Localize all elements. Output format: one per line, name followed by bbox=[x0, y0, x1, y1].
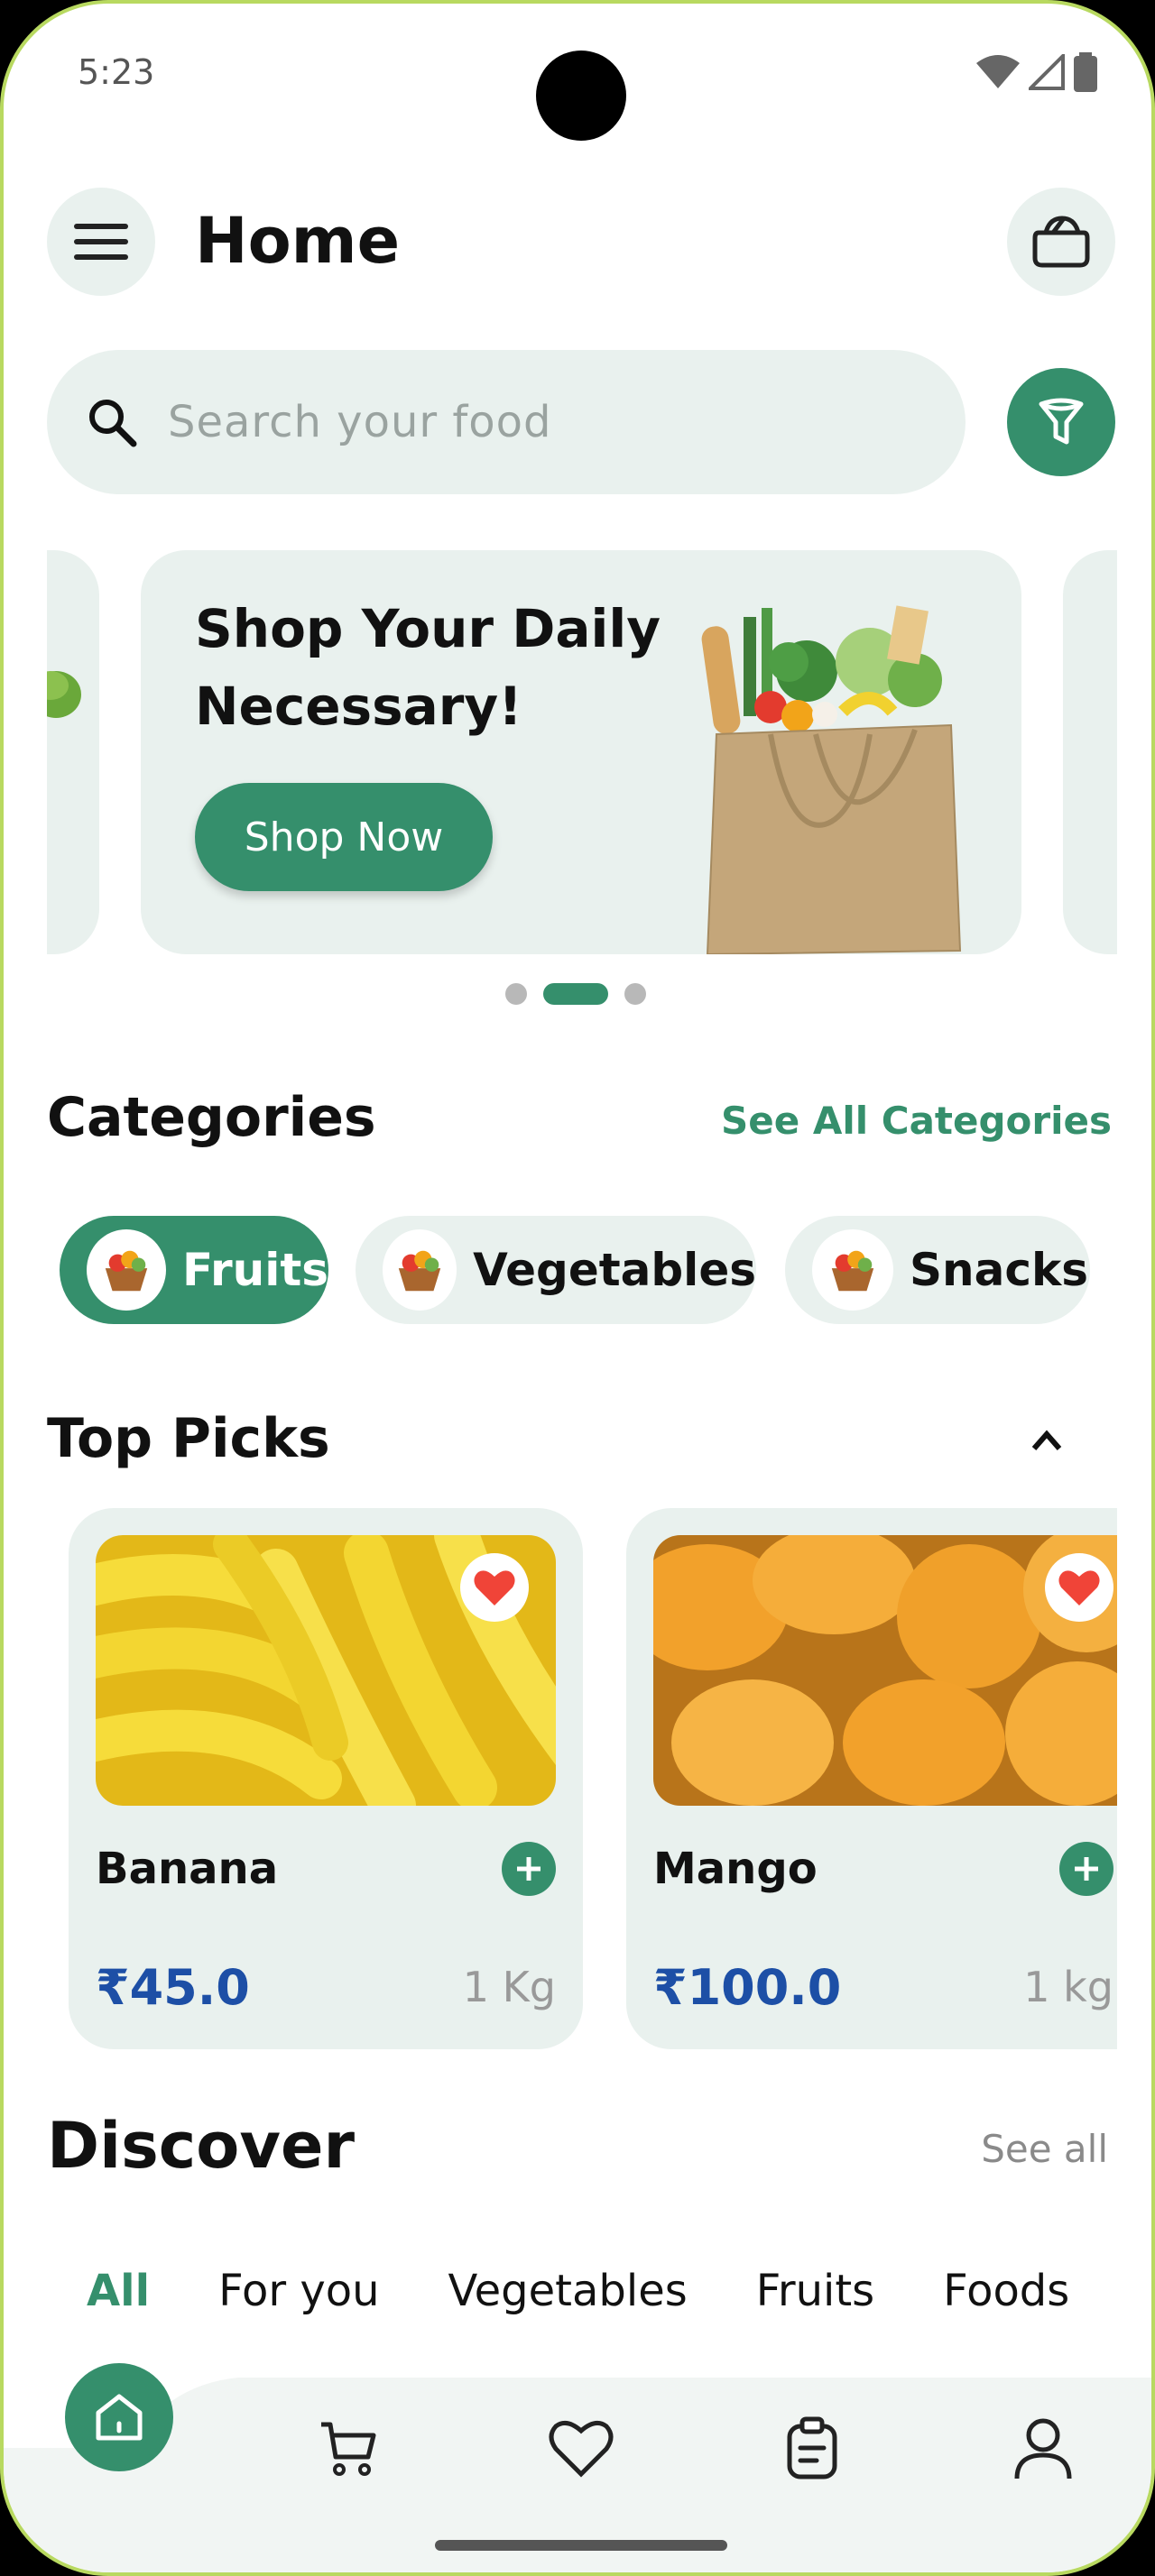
search-input[interactable]: Search your food bbox=[47, 350, 966, 494]
status-icons bbox=[976, 52, 1097, 92]
tab-foods[interactable]: Foods bbox=[943, 2266, 1069, 2316]
carousel-dot[interactable] bbox=[505, 983, 527, 1005]
heart-icon bbox=[1058, 1570, 1100, 1605]
nav-notch bbox=[4, 2358, 346, 2448]
product-price: ₹45.0 bbox=[96, 1959, 250, 2016]
filter-icon bbox=[1039, 398, 1084, 445]
category-label: Snacks bbox=[910, 1244, 1088, 1296]
product-card-banana[interactable]: Banana ₹45.0 1 Kg bbox=[69, 1508, 583, 2049]
filter-button[interactable] bbox=[1007, 368, 1115, 476]
vegetables-image bbox=[31, 671, 81, 718]
nav-favorites-button[interactable] bbox=[545, 2412, 617, 2484]
banana-image bbox=[96, 1535, 556, 1806]
discover-tabs: All For you Vegetables Fruits Foods bbox=[87, 2266, 1069, 2316]
favorite-button[interactable] bbox=[1045, 1553, 1113, 1622]
heart-icon bbox=[474, 1570, 515, 1605]
wifi-icon bbox=[976, 55, 1020, 88]
status-time: 5:23 bbox=[78, 52, 155, 92]
category-label: Fruits bbox=[181, 1244, 328, 1296]
product-card-mango[interactable]: Mango ₹100.0 1 kg bbox=[626, 1508, 1117, 2049]
discover-title: Discover bbox=[47, 2109, 355, 2183]
fruit-basket-icon bbox=[87, 1229, 166, 1311]
shopping-bag-icon bbox=[1032, 216, 1090, 268]
plus-icon bbox=[517, 1857, 541, 1881]
categories-title: Categories bbox=[47, 1086, 376, 1149]
tab-for-you[interactable]: For you bbox=[218, 2266, 379, 2316]
see-all-categories-link[interactable]: See All Categories bbox=[721, 1099, 1112, 1143]
phone-screen: 5:23 Home Search your food Shop Your Dai… bbox=[0, 0, 1155, 2576]
camera-cutout bbox=[536, 51, 626, 141]
fruit-basket-icon bbox=[383, 1229, 457, 1311]
mango-image bbox=[653, 1535, 1117, 1806]
nav-orders-button[interactable] bbox=[776, 2412, 848, 2484]
heart-icon bbox=[549, 2420, 614, 2478]
bag-button[interactable] bbox=[1007, 188, 1115, 296]
search-icon bbox=[89, 400, 137, 447]
banner-next-card[interactable] bbox=[1063, 550, 1117, 954]
favorite-button[interactable] bbox=[460, 1553, 529, 1622]
category-chip-snacks[interactable]: Snacks bbox=[785, 1216, 1090, 1324]
fruit-basket-icon bbox=[812, 1229, 893, 1311]
tab-fruits[interactable]: Fruits bbox=[756, 2266, 874, 2316]
grocery-bag-image bbox=[701, 605, 962, 954]
chevron-up-icon[interactable] bbox=[1029, 1427, 1065, 1454]
carousel-dots bbox=[505, 983, 646, 1005]
add-to-cart-button[interactable] bbox=[502, 1842, 556, 1896]
battery-icon bbox=[1074, 52, 1097, 92]
nav-cart-button[interactable] bbox=[312, 2412, 384, 2484]
top-picks-title: Top Picks bbox=[47, 1407, 330, 1470]
nav-profile-button[interactable] bbox=[1007, 2412, 1079, 2484]
category-label: Vegetables bbox=[473, 1244, 756, 1296]
home-indicator[interactable] bbox=[435, 2540, 727, 2551]
plus-icon bbox=[1075, 1857, 1098, 1881]
product-unit: 1 Kg bbox=[462, 1963, 556, 2011]
discover-see-all-link[interactable]: See all bbox=[981, 2127, 1108, 2171]
page-title: Home bbox=[195, 204, 401, 278]
product-name: Mango bbox=[653, 1844, 818, 1894]
menu-icon bbox=[74, 224, 128, 260]
carousel-dot[interactable] bbox=[624, 983, 646, 1005]
menu-button[interactable] bbox=[47, 188, 155, 296]
carousel-dot-active[interactable] bbox=[543, 983, 608, 1005]
banner-prev-card[interactable] bbox=[31, 550, 99, 954]
category-chip-vegetables[interactable]: Vegetables bbox=[356, 1216, 756, 1324]
home-icon bbox=[96, 2394, 143, 2441]
signal-icon bbox=[1029, 54, 1065, 90]
orders-icon bbox=[787, 2416, 837, 2479]
search-placeholder: Search your food bbox=[168, 397, 552, 447]
shop-now-button[interactable]: Shop Now bbox=[195, 783, 493, 891]
category-chip-fruits[interactable]: Fruits bbox=[60, 1216, 328, 1324]
tab-all[interactable]: All bbox=[87, 2266, 150, 2316]
banner-title: Shop Your Daily Necessary! bbox=[195, 598, 661, 737]
nav-home-button[interactable] bbox=[65, 2363, 173, 2471]
product-name: Banana bbox=[96, 1844, 279, 1894]
tab-vegetables[interactable]: Vegetables bbox=[448, 2266, 688, 2316]
product-unit: 1 kg bbox=[1023, 1963, 1113, 2011]
profile-icon bbox=[1014, 2418, 1072, 2479]
cart-icon bbox=[321, 2422, 376, 2476]
product-price: ₹100.0 bbox=[653, 1959, 842, 2016]
add-to-cart-button[interactable] bbox=[1059, 1842, 1113, 1896]
